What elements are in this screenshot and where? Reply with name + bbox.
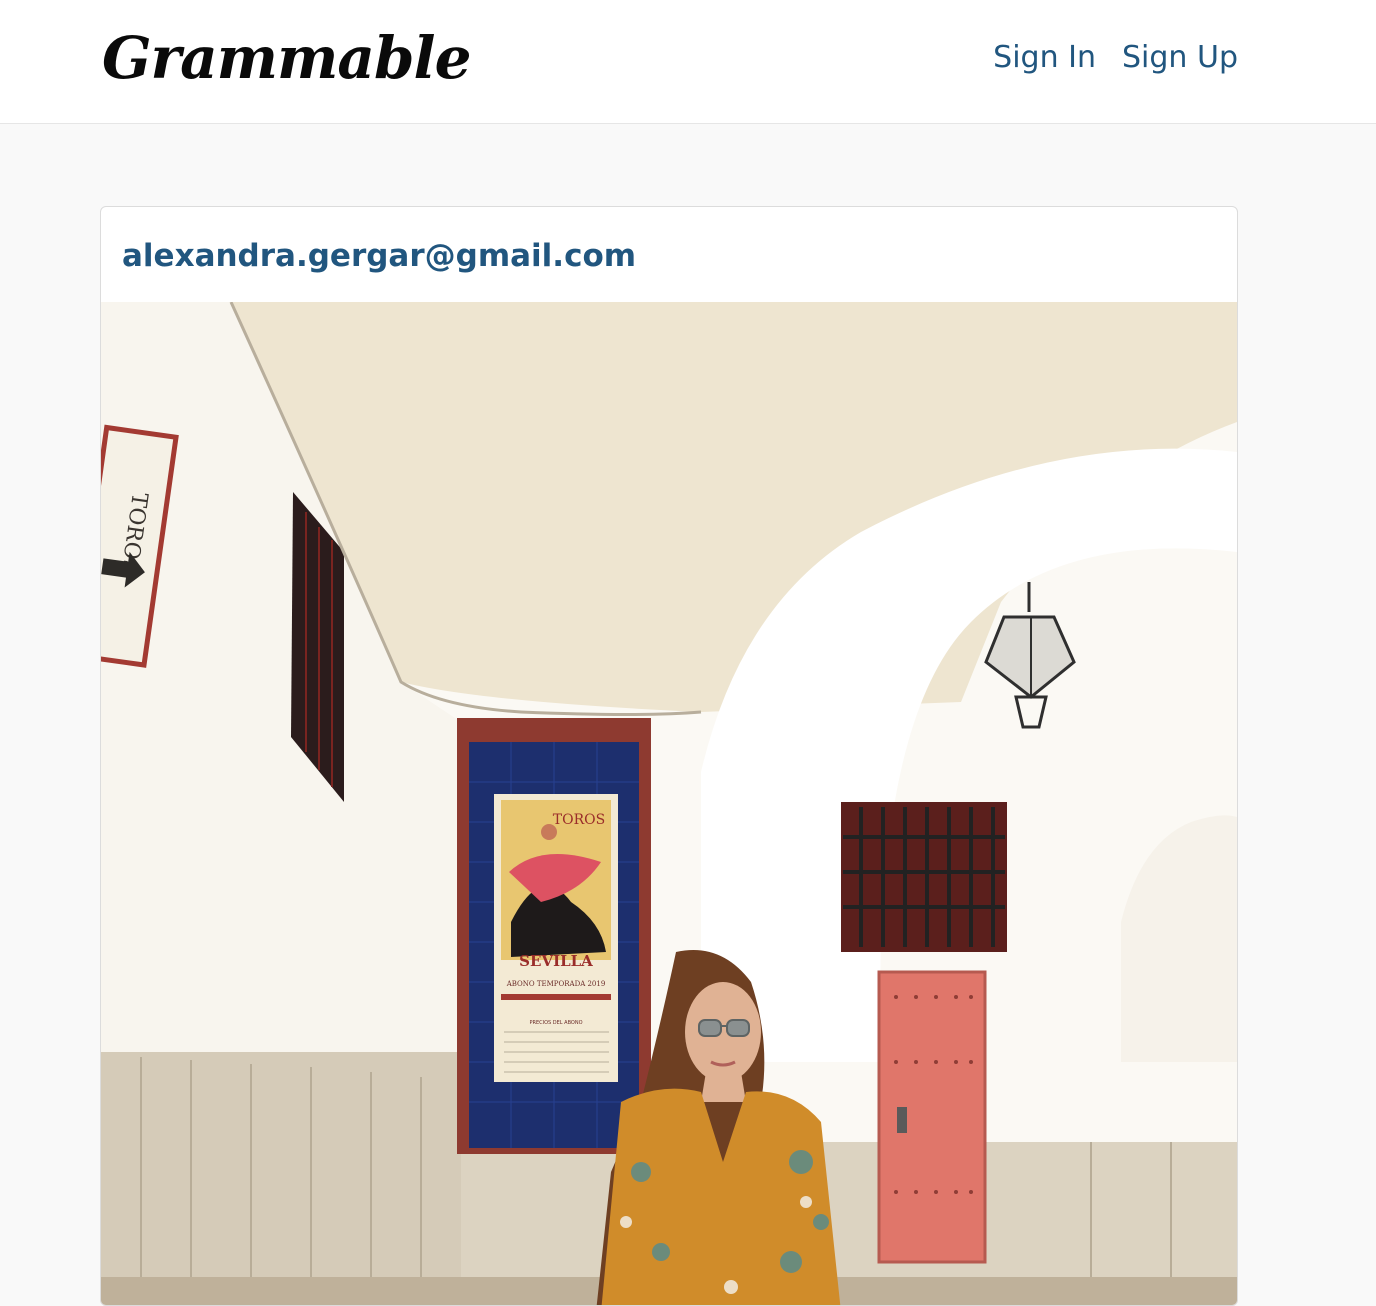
post-card-header: alexandra.gergar@gmail.com	[101, 207, 1237, 302]
svg-text:TOROS: TOROS	[553, 812, 605, 828]
nav-links: Sign In Sign Up	[993, 36, 1238, 80]
brand-logo[interactable]: Grammable	[102, 18, 471, 98]
sign-in-link[interactable]: Sign In	[993, 36, 1096, 80]
top-navbar: Grammable Sign In Sign Up	[0, 0, 1376, 124]
svg-text:ABONO TEMPORADA 2019: ABONO TEMPORADA 2019	[506, 980, 606, 988]
svg-text:PRECIOS DEL ABONO: PRECIOS DEL ABONO	[529, 1020, 582, 1026]
post-photo-illustration: TOROS TOROS SEVILLA ABONO TEMPORADA 2019…	[101, 302, 1237, 1305]
post-card: alexandra.gergar@gmail.com TOROS TOROS S…	[100, 206, 1238, 1306]
post-author-email: alexandra.gergar@gmail.com	[122, 237, 637, 274]
sign-up-link[interactable]: Sign Up	[1122, 36, 1238, 80]
post-photo[interactable]: TOROS TOROS SEVILLA ABONO TEMPORADA 2019…	[101, 302, 1237, 1305]
svg-text:SEVILLA: SEVILLA	[519, 952, 593, 970]
